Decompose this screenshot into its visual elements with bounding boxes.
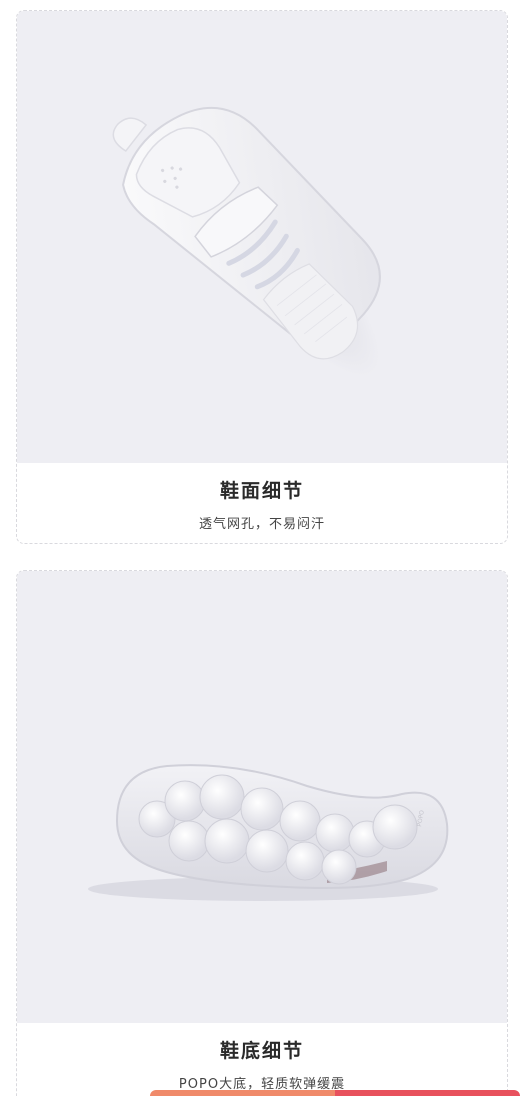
caption-sole: 鞋底细节 POPO大底，轻质软弹缓震 <box>17 1023 507 1093</box>
bottom-action-bar[interactable] <box>150 1090 520 1096</box>
buy-now-button[interactable] <box>335 1090 520 1096</box>
shoe-upper-image <box>112 106 381 377</box>
detail-card-sole: POPO 鞋底细节 POPO大底，轻质软弹缓震 <box>16 570 508 1096</box>
caption-title: 鞋底细节 <box>219 1040 304 1062</box>
add-to-cart-button[interactable] <box>150 1090 335 1096</box>
product-detail-page: 鞋面细节 透气网孔，不易闷汗 POPO 鞋底细节 POPO大底，轻质软弹缓震 <box>0 0 520 1096</box>
caption-title: 鞋面细节 <box>219 480 304 502</box>
product-photo-upper <box>17 11 507 463</box>
shoe-sole-image: POPO <box>88 764 449 901</box>
caption-upper: 鞋面细节 透气网孔，不易闷汗 <box>17 463 507 533</box>
product-photo-sole: POPO <box>17 571 507 1023</box>
detail-card-upper: 鞋面细节 透气网孔，不易闷汗 <box>16 10 508 544</box>
caption-subtitle: 透气网孔，不易闷汗 <box>198 517 325 532</box>
